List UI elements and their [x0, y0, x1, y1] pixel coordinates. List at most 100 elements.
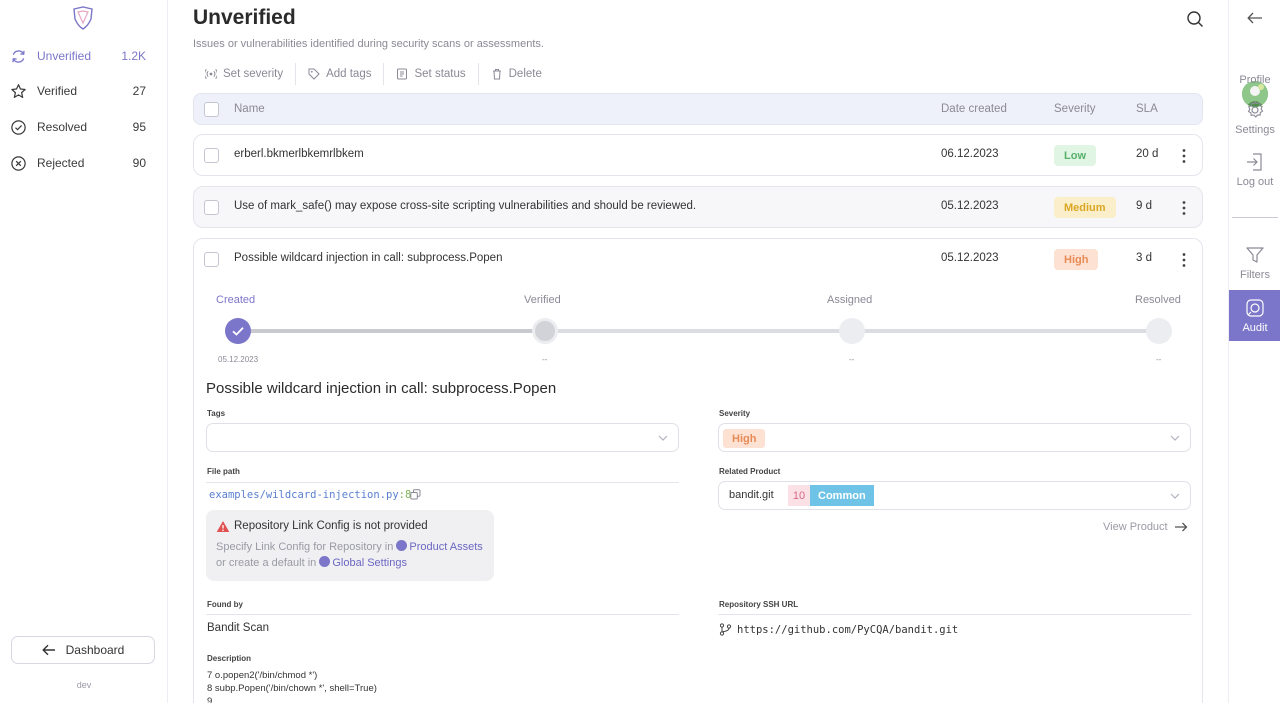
- arrow-left-icon: [41, 644, 55, 656]
- more-vertical-icon[interactable]: [1176, 147, 1192, 165]
- related-product-select[interactable]: bandit.git 10 Common: [718, 481, 1191, 510]
- row-checkbox[interactable]: [204, 148, 219, 163]
- step-dot-verified: [532, 318, 558, 344]
- file-path-link[interactable]: examples/wildcard-injection.py:8: [209, 489, 411, 501]
- severity-badge: Low: [1054, 145, 1096, 166]
- chevron-down-icon: [1170, 435, 1180, 441]
- star-icon: [11, 84, 26, 98]
- warning-title: Repository Link Config is not provided: [234, 520, 428, 532]
- logout-button[interactable]: Log out: [1229, 144, 1280, 195]
- shield-logo-icon: [73, 6, 93, 30]
- ssh-url-value: https://github.com/PyCQA/bandit.git: [737, 624, 959, 636]
- audit-icon: [1246, 299, 1264, 317]
- sidebar-item-label: Unverified: [37, 49, 92, 63]
- sidebar-item-verified[interactable]: Verified 27: [0, 76, 168, 106]
- sidebar-item-label: Rejected: [37, 156, 85, 170]
- main-content: Unverified Issues or vulnerabilities ide…: [193, 0, 1204, 703]
- expanded-row: Possible wildcard injection in call: sub…: [193, 238, 1203, 703]
- right-rail: Profile Settings Log out Filters Audit: [1228, 0, 1280, 703]
- filter-icon: [1246, 247, 1264, 263]
- sidebar-item-resolved[interactable]: Resolved 95: [0, 112, 168, 142]
- tags-select[interactable]: [206, 423, 679, 452]
- more-vertical-icon[interactable]: [1176, 199, 1192, 217]
- set-status-button[interactable]: Set status: [384, 63, 479, 85]
- profile-button[interactable]: Profile: [1229, 38, 1280, 107]
- add-tags-button[interactable]: Add tags: [296, 63, 385, 85]
- row-date: 05.12.2023: [941, 200, 999, 212]
- filters-label: Filters: [1240, 269, 1270, 281]
- description-text: 7 o.popen2('/bin/chmod *') 8 subp.Popen(…: [207, 670, 377, 703]
- sidebar-item-rejected[interactable]: Rejected 90: [0, 148, 168, 178]
- x-circle-icon: [11, 156, 26, 171]
- set-severity-button[interactable]: Set severity: [193, 63, 297, 85]
- severity-select[interactable]: High: [718, 423, 1191, 452]
- step-label-resolved: Resolved: [1135, 294, 1181, 306]
- sidebar-item-unverified[interactable]: Unverified 1.2K: [0, 41, 168, 71]
- step-date-verified: --: [542, 355, 548, 364]
- set-status-label: Set status: [414, 68, 466, 80]
- more-vertical-icon[interactable]: [1176, 251, 1192, 269]
- step-label-created: Created: [216, 294, 256, 306]
- back-arrow-icon[interactable]: [1247, 12, 1263, 24]
- rail-divider: [1232, 217, 1278, 218]
- chevron-down-icon: [1170, 493, 1180, 499]
- chevron-down-icon: [658, 435, 668, 441]
- bulk-toolbar: Set severity Add tags Set status Delete: [193, 62, 554, 86]
- delete-button[interactable]: Delete: [479, 63, 554, 85]
- row-name: Use of mark_safe() may expose cross-site…: [234, 200, 697, 212]
- row-checkbox[interactable]: [204, 200, 219, 215]
- table-header: Name Date created Severity SLA: [193, 93, 1203, 125]
- filters-button[interactable]: Filters: [1229, 237, 1280, 288]
- sidebar-item-count: 90: [132, 156, 146, 170]
- related-product-label: Related Product: [719, 467, 781, 476]
- left-sidebar: Unverified 1.2K Verified 27 Resolved 95 …: [0, 0, 168, 703]
- page-title: Unverified: [193, 6, 296, 29]
- step-date-assigned: --: [849, 355, 855, 364]
- description-label: Description: [207, 654, 252, 663]
- select-all-checkbox[interactable]: [204, 102, 219, 117]
- audit-button[interactable]: Audit: [1229, 290, 1280, 341]
- row-checkbox[interactable]: [204, 252, 219, 267]
- profile-label: Profile: [1239, 74, 1271, 86]
- file-path-label: File path: [207, 467, 240, 476]
- git-branch-icon: [719, 623, 732, 636]
- found-by-label: Found by: [207, 600, 243, 609]
- search-icon[interactable]: [1186, 10, 1204, 28]
- row-date: 06.12.2023: [941, 148, 999, 160]
- settings-button[interactable]: Settings: [1229, 92, 1280, 143]
- gear-icon: [1247, 100, 1264, 118]
- check-circle-icon: [11, 120, 26, 135]
- tags-label: Tags: [207, 409, 226, 418]
- warning-icon: [216, 521, 230, 532]
- row-sla: 3 d: [1136, 252, 1152, 264]
- step-date-resolved: --: [1156, 355, 1162, 364]
- column-name[interactable]: Name: [234, 103, 265, 115]
- divider: [718, 614, 1191, 615]
- arrow-right-icon: [1174, 522, 1188, 532]
- step-label-verified: Verified: [524, 294, 561, 306]
- column-sla[interactable]: SLA: [1136, 103, 1158, 115]
- row-date: 05.12.2023: [941, 252, 999, 264]
- copy-icon[interactable]: [410, 489, 421, 500]
- product-assets-link[interactable]: Product Assets: [396, 540, 483, 553]
- row-name[interactable]: Possible wildcard injection in call: sub…: [234, 252, 502, 264]
- table-row[interactable]: erberl.bkmerlbkemrlbkem 06.12.2023 Low 2…: [193, 134, 1203, 176]
- column-severity[interactable]: Severity: [1054, 103, 1096, 115]
- repo-link-warning: Repository Link Config is not provided S…: [206, 510, 494, 581]
- view-product-link[interactable]: View Product: [1103, 521, 1188, 533]
- save-status-icon: [397, 68, 408, 80]
- product-assets-label: Product Assets: [409, 541, 483, 553]
- row-sla: 9 d: [1136, 200, 1152, 212]
- table-row[interactable]: Use of mark_safe() may expose cross-site…: [193, 186, 1203, 228]
- column-date-created[interactable]: Date created: [941, 103, 1007, 115]
- step-dot-assigned: [839, 318, 865, 344]
- tag-icon: [308, 68, 320, 80]
- logout-label: Log out: [1236, 176, 1274, 188]
- row-name: erberl.bkmerlbkemrlbkem: [234, 148, 364, 160]
- found-by-value: Bandit Scan: [207, 622, 270, 634]
- row-sla: 20 d: [1136, 148, 1159, 160]
- dashboard-button[interactable]: Dashboard: [11, 636, 155, 664]
- global-settings-link[interactable]: Global Settings: [319, 555, 407, 569]
- divider: [206, 614, 679, 615]
- sidebar-item-label: Resolved: [37, 120, 88, 134]
